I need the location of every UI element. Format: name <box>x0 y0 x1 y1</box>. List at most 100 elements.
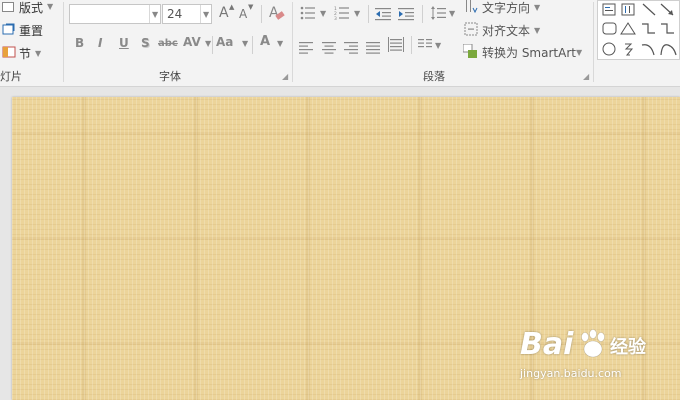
text-direction-icon <box>466 0 478 14</box>
ribbon: 版式 ▼ 重置 节 ▼ 灯片 ▼ 24 ▼ A ▲ A ▼ A B I U S … <box>0 0 680 87</box>
font-group-label: 字体 <box>159 70 181 83</box>
align-text-icon <box>464 22 478 36</box>
align-left-button[interactable] <box>299 39 315 54</box>
watermark-brand-suffix: 经验 <box>610 337 646 358</box>
chevron-down-icon: ▼ <box>242 39 249 48</box>
bullets-button[interactable]: ▼ <box>300 6 328 22</box>
dropdown-divider <box>200 5 201 23</box>
underline-button[interactable]: U <box>119 36 129 50</box>
vertical-text-box-icon[interactable] <box>621 3 635 16</box>
bold-button[interactable]: B <box>75 36 84 50</box>
oval-shape-icon[interactable] <box>602 42 616 56</box>
increase-indent-button[interactable] <box>398 6 416 22</box>
elbow-arrow-connector-icon[interactable] <box>661 23 674 34</box>
grow-font-button[interactable]: A ▲ <box>218 3 235 23</box>
chevron-down-icon: ▼ <box>435 41 442 50</box>
distributed-button[interactable] <box>388 37 406 53</box>
font-dialog-launcher-icon[interactable]: ◢ <box>282 72 288 81</box>
arrow-shape-icon[interactable] <box>660 3 674 16</box>
arrow-down-icon: ▼ <box>248 3 254 11</box>
numbered-list-icon: 1 2 3 <box>334 6 349 20</box>
numbering-button[interactable]: 1 2 3 ▼ <box>334 6 362 22</box>
chevron-down-icon: ▼ <box>449 9 456 18</box>
justify-icon <box>366 42 380 54</box>
line-spacing-button[interactable]: ▼ <box>430 5 458 23</box>
chevron-down-icon: ▼ <box>205 39 212 48</box>
arrow-up-icon: ▲ <box>229 3 235 11</box>
paragraph-dialog-launcher-icon[interactable]: ◢ <box>583 72 589 81</box>
increase-indent-icon <box>398 8 414 21</box>
grow-font-glyph: A <box>219 5 229 21</box>
smartart-icon <box>463 44 477 58</box>
chevron-down-icon: ▼ <box>152 10 159 19</box>
character-spacing-button[interactable]: AV ▼ <box>183 35 213 53</box>
group-separator <box>63 2 64 82</box>
shrink-font-button[interactable]: A ▼ <box>238 3 254 23</box>
shadow-button[interactable]: S <box>141 36 150 50</box>
divider <box>212 36 213 54</box>
chevron-down-icon: ▼ <box>47 2 54 11</box>
change-case-button[interactable]: Aa ▼ <box>216 35 250 53</box>
curve-shape-icon[interactable] <box>641 44 655 56</box>
baidu-jingyan-watermark: Bai 经验 jingyan.baidu.com <box>520 325 670 385</box>
shrink-font-glyph: A <box>239 7 248 21</box>
font-size-combobox[interactable]: 24 ▼ <box>162 4 212 24</box>
text-direction-label: 文字方向 <box>482 1 531 15</box>
columns-button[interactable]: ▼ <box>418 38 446 54</box>
arc-shape-icon[interactable] <box>660 44 677 56</box>
divider <box>411 36 412 54</box>
chevron-down-icon: ▼ <box>534 3 541 12</box>
align-text-label: 对齐文本 <box>482 24 531 38</box>
section-icon <box>2 46 16 58</box>
align-right-icon <box>344 42 358 54</box>
decrease-indent-icon <box>375 8 391 21</box>
align-center-button[interactable] <box>322 39 338 54</box>
triangle-shape-icon[interactable] <box>620 22 636 35</box>
slides-group-label: 灯片 <box>0 70 22 83</box>
font-size-value: 24 <box>167 7 183 21</box>
divider <box>261 5 262 23</box>
chevron-down-icon: ▼ <box>354 9 361 18</box>
dropdown-divider <box>149 5 150 23</box>
font-name-combobox[interactable]: ▼ <box>69 4 161 24</box>
chevron-down-icon: ▼ <box>576 48 583 57</box>
text-box-icon[interactable] <box>602 3 616 16</box>
justify-button[interactable] <box>366 39 382 54</box>
chevron-down-icon: ▼ <box>35 49 42 58</box>
change-case-glyph: Aa <box>216 35 234 49</box>
layout-icon <box>2 2 14 12</box>
layout-label: 版式 <box>19 1 44 15</box>
watermark-brand: Bai <box>520 327 574 362</box>
section-label: 节 <box>19 47 32 61</box>
bullet-list-icon <box>300 6 315 20</box>
paw-icon <box>581 329 605 358</box>
distributed-icon <box>388 37 404 52</box>
align-center-icon <box>322 42 336 54</box>
decrease-indent-button[interactable] <box>375 6 393 22</box>
shapes-gallery-icons <box>602 3 677 56</box>
divider <box>368 5 369 23</box>
font-color-glyph: A <box>260 34 271 49</box>
freeform-shape-icon[interactable] <box>624 43 634 56</box>
convert-smartart-label: 转换为 SmartArt <box>482 46 576 60</box>
italic-button[interactable]: I <box>98 36 102 50</box>
columns-icon <box>418 39 432 48</box>
align-right-button[interactable] <box>344 39 360 54</box>
reset-icon <box>2 23 15 35</box>
group-separator <box>292 2 293 82</box>
rectangle-shape-icon[interactable] <box>602 22 617 35</box>
align-left-icon <box>299 42 313 54</box>
chevron-down-icon: ▼ <box>534 26 541 35</box>
shapes-gallery[interactable] <box>597 0 680 60</box>
strikethrough-button[interactable]: abc <box>158 38 178 49</box>
clear-formatting-button[interactable]: A <box>268 5 286 23</box>
reset-label: 重置 <box>19 24 44 38</box>
chevron-down-icon: ▼ <box>320 9 327 18</box>
divider <box>422 5 423 23</box>
watermark-url: jingyan.baidu.com <box>520 367 622 380</box>
line-spacing-icon <box>431 6 446 20</box>
chevron-down-icon: ▼ <box>277 39 284 48</box>
font-color-button[interactable]: A ▼ <box>259 34 289 53</box>
elbow-connector-icon[interactable] <box>642 23 655 34</box>
line-shape-icon[interactable] <box>642 3 656 16</box>
